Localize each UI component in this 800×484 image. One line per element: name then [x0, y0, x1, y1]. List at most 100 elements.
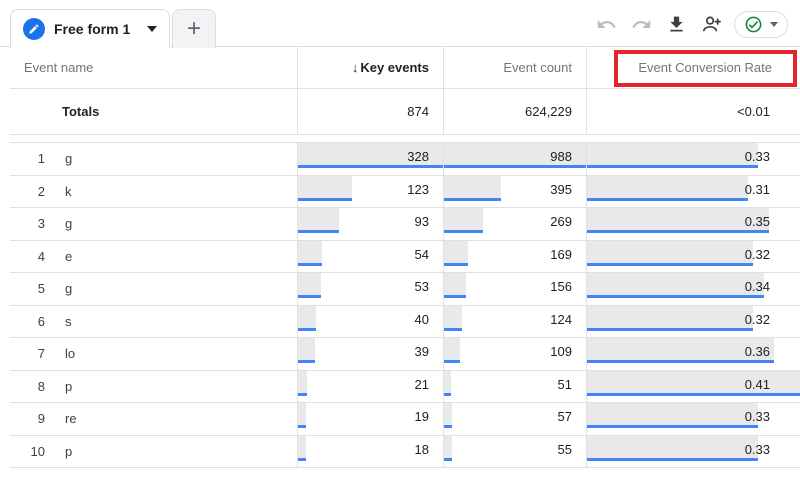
row-index: 8 — [10, 379, 45, 394]
event-name: p — [65, 379, 72, 394]
table-row[interactable]: 9 re 19 57 0.33 — [10, 403, 800, 436]
event-count-cell: 988 — [444, 143, 587, 175]
event-name-cell: 5 g — [10, 273, 298, 305]
key-events-value: 123 — [407, 176, 429, 204]
conversion-rate-value: 0.36 — [745, 338, 770, 366]
column-header-key-events[interactable]: ↓ Key events — [298, 47, 444, 88]
chevron-down-icon[interactable] — [147, 26, 157, 32]
event-name: re — [65, 411, 77, 426]
event-count-value: 988 — [550, 143, 572, 171]
key-events-cell: 54 — [298, 241, 444, 273]
event-count-bar — [444, 436, 452, 461]
event-name-cell: 3 g — [10, 208, 298, 240]
event-count-cell: 51 — [444, 371, 587, 403]
event-name-cell: 10 p — [10, 436, 298, 468]
event-count-value: 124 — [550, 306, 572, 334]
event-count-value: 55 — [558, 436, 572, 464]
table-header-row: Event name ↓ Key events Event count Even… — [10, 47, 800, 89]
key-events-value: 21 — [415, 371, 429, 399]
conversion-rate-value: 0.41 — [745, 371, 770, 399]
event-count-value: 51 — [558, 371, 572, 399]
key-events-bar — [298, 403, 306, 428]
conversion-rate-cell: 0.36 — [587, 338, 800, 370]
table-body: 1 g 328 988 0.33 2 k 123 395 — [10, 142, 800, 468]
key-events-value: 53 — [415, 273, 429, 301]
key-events-value: 93 — [415, 208, 429, 236]
conversion-rate-bar — [587, 241, 753, 266]
key-events-cell: 40 — [298, 306, 444, 338]
column-header-event-name[interactable]: Event name — [10, 47, 298, 88]
event-count-cell: 109 — [444, 338, 587, 370]
event-name-cell: 4 e — [10, 241, 298, 273]
table-row[interactable]: 5 g 53 156 0.34 — [10, 273, 800, 306]
row-index: 3 — [10, 216, 45, 231]
event-count-bar — [444, 306, 462, 331]
conversion-rate-bar — [587, 273, 764, 298]
table-row[interactable]: 6 s 40 124 0.32 — [10, 306, 800, 339]
event-name: s — [65, 314, 72, 329]
table-row[interactable]: 3 g 93 269 0.35 — [10, 208, 800, 241]
tab-free-form-1[interactable]: Free form 1 — [10, 9, 170, 48]
event-count-cell: 395 — [444, 176, 587, 208]
sort-descending-icon: ↓ — [352, 60, 359, 75]
table-row[interactable]: 1 g 328 988 0.33 — [10, 143, 800, 176]
undo-icon[interactable] — [594, 12, 618, 36]
event-name: e — [65, 249, 72, 264]
event-count-bar — [444, 371, 451, 396]
totals-conversion-rate: <0.01 — [587, 89, 800, 134]
table-row[interactable]: 7 lo 39 109 0.36 — [10, 338, 800, 371]
conversion-rate-value: 0.32 — [745, 306, 770, 334]
conversion-rate-cell: 0.41 — [587, 371, 800, 403]
event-name: lo — [65, 346, 75, 361]
row-index: 6 — [10, 314, 45, 329]
totals-event-count: 624,229 — [444, 89, 587, 134]
conversion-rate-cell: 0.33 — [587, 143, 800, 175]
edit-pencil-icon — [23, 18, 45, 40]
table-row[interactable]: 2 k 123 395 0.31 — [10, 176, 800, 209]
event-name-cell: 1 g — [10, 143, 298, 175]
conversion-rate-bar — [587, 436, 758, 461]
conversion-rate-cell: 0.34 — [587, 273, 800, 305]
conversion-rate-bar — [587, 403, 758, 428]
key-events-cell: 39 — [298, 338, 444, 370]
conversion-rate-cell: 0.35 — [587, 208, 800, 240]
event-name: g — [65, 216, 72, 231]
conversion-rate-bar — [587, 176, 748, 201]
event-name: g — [65, 281, 72, 296]
event-count-bar — [444, 338, 460, 363]
event-count-bar — [444, 403, 452, 428]
key-events-bar — [298, 241, 322, 266]
table-row[interactable]: 10 p 18 55 0.33 — [10, 436, 800, 469]
status-button[interactable] — [734, 11, 788, 38]
row-index: 1 — [10, 151, 45, 166]
event-name-cell: 9 re — [10, 403, 298, 435]
free-form-table: Event name ↓ Key events Event count Even… — [10, 47, 800, 468]
conversion-rate-value: 0.33 — [745, 143, 770, 171]
key-events-cell: 93 — [298, 208, 444, 240]
conversion-rate-value: 0.33 — [745, 436, 770, 464]
event-count-value: 269 — [550, 208, 572, 236]
add-tab-button[interactable]: + — [172, 9, 216, 48]
event-count-bar — [444, 273, 466, 298]
plus-icon: + — [187, 17, 201, 41]
key-events-value: 54 — [415, 241, 429, 269]
event-count-bar — [444, 208, 483, 233]
event-count-cell: 57 — [444, 403, 587, 435]
conversion-rate-value: 0.31 — [745, 176, 770, 204]
event-count-bar — [444, 176, 501, 201]
event-count-bar — [444, 241, 468, 266]
conversion-rate-bar — [587, 143, 758, 168]
column-header-event-count[interactable]: Event count — [444, 47, 587, 88]
event-name-cell: 2 k — [10, 176, 298, 208]
table-row[interactable]: 4 e 54 169 0.32 — [10, 241, 800, 274]
explorations-panel: Free form 1 + Even — [0, 0, 800, 484]
table-row[interactable]: 8 p 21 51 0.41 — [10, 371, 800, 404]
redo-icon[interactable] — [629, 12, 653, 36]
row-index: 9 — [10, 411, 45, 426]
event-count-value: 109 — [550, 338, 572, 366]
tab-label: Free form 1 — [54, 21, 130, 37]
event-count-value: 395 — [550, 176, 572, 204]
column-header-conversion-rate[interactable]: Event Conversion Rate — [587, 47, 800, 88]
download-icon[interactable] — [664, 12, 688, 36]
share-person-add-icon[interactable] — [699, 12, 723, 36]
